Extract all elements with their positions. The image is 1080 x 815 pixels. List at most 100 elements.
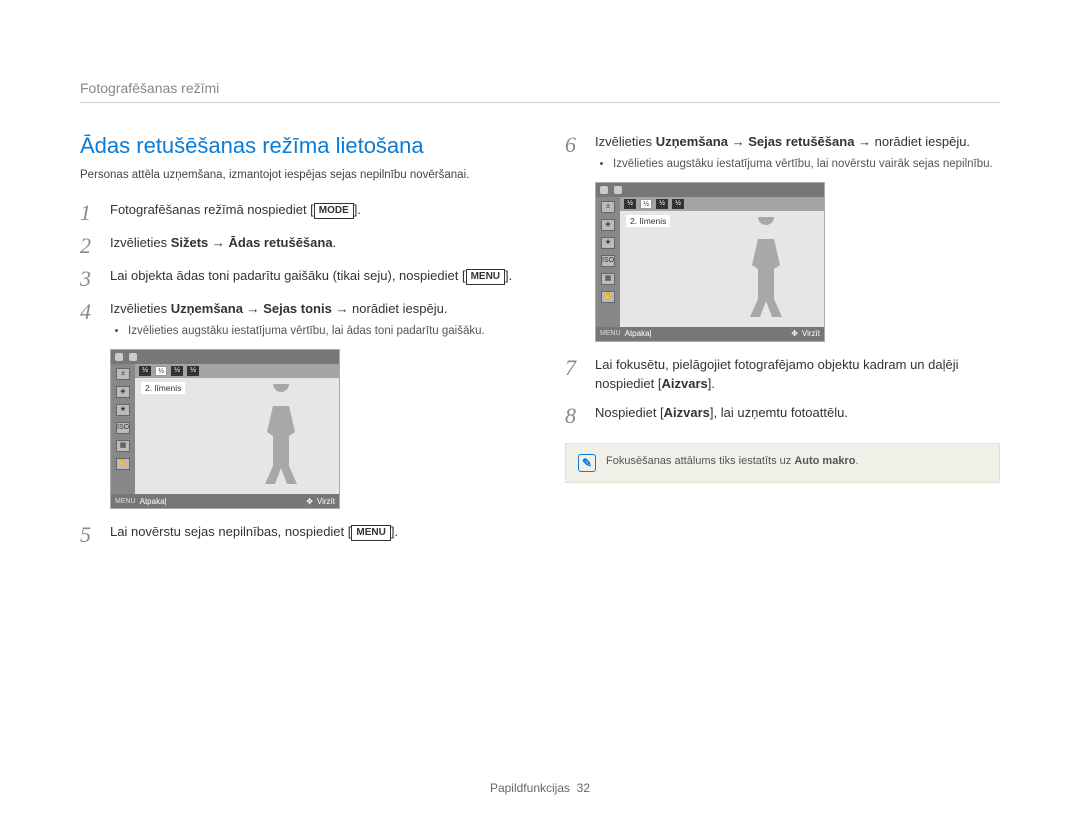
menu-button-label: MENU [466, 269, 505, 285]
text: ]. [505, 268, 512, 283]
camera-ui-preview: ± ◈ ★ ISO ▦ ✋ ½ ½ ½ ½ 2. līmenis [595, 182, 825, 342]
bold: Uzņemšana [171, 301, 243, 316]
text: ], lai uzņemtu fotoattēlu. [710, 405, 848, 420]
step-body: Izvēlieties Uzņemšana → Sejas retušēšana… [595, 133, 1000, 172]
camera-main: ± ◈ ★ ISO ▦ ✋ ½ ½ ½ ½ 2. līmenis [596, 197, 824, 327]
level-1-icon: ½ [139, 366, 151, 376]
step-number: 6 [565, 134, 585, 156]
status-icon [614, 186, 622, 194]
level-1-icon: ½ [624, 199, 636, 209]
iso-icon: ISO [601, 255, 615, 267]
page-footer: Papildfunkcijas 32 [0, 781, 1080, 795]
back-label: Atpakaļ [625, 329, 652, 338]
step-5: 5 Lai novērstu sejas nepilnības, nospied… [80, 523, 515, 546]
step-number: 2 [80, 235, 100, 257]
level-4-icon: ½ [187, 366, 199, 376]
grid-icon: ▦ [601, 273, 615, 285]
footer-page: 32 [577, 781, 590, 795]
flash-icon: ★ [601, 237, 615, 249]
text: → norādiet iespēju. [332, 301, 448, 316]
step-body: Izvēlieties Sižets → Ādas retušēšana. [110, 234, 515, 253]
level-3-icon: ½ [656, 199, 668, 209]
camera-preview: ½ ½ ½ ½ 2. līmenis [620, 197, 824, 327]
nav-icon: ✥ [791, 329, 798, 338]
text: ]. [708, 376, 715, 391]
level-2-icon: ½ [155, 366, 167, 376]
camera-preview: ½ ½ ½ ½ 2. līmenis [135, 364, 339, 494]
text: → norādiet iespēju. [854, 134, 970, 149]
breadcrumb: Fotografēšanas režīmi [80, 80, 1000, 103]
level-selector: ½ ½ ½ ½ [135, 364, 339, 378]
menu-small-label: MENU [115, 498, 136, 505]
text: Izvēlieties [110, 235, 171, 250]
bold: Aizvars [662, 376, 708, 391]
mode-button-label: MODE [314, 203, 354, 219]
info-note: ✎ Fokusēšanas attālums tiks iestatīts uz… [565, 443, 1000, 483]
camera-bottombar: MENU Atpakaļ ✥ Virzīt [596, 327, 824, 341]
level-4-icon: ½ [672, 199, 684, 209]
step-7: 7 Lai fokusētu, pielāgojiet fotografējam… [565, 356, 1000, 394]
bold: Ādas retušēšana [229, 235, 333, 250]
move-label: Virzīt [317, 497, 335, 506]
step-number: 4 [80, 301, 100, 323]
ev-icon: ± [116, 368, 130, 380]
intro-text: Personas attēla uzņemšana, izmantojot ie… [80, 167, 515, 183]
text: Izvēlieties [110, 301, 171, 316]
level-label: 2. līmenis [626, 215, 670, 227]
iso-icon: ISO [116, 422, 130, 434]
right-column: 6 Izvēlieties Uzņemšana → Sejas retušēša… [565, 133, 1000, 556]
step-3: 3 Lai objekta ādas toni padarītu gaišāku… [80, 267, 515, 290]
mode-icon [115, 353, 123, 361]
person-silhouette-icon [736, 217, 796, 327]
step-number: 7 [565, 357, 585, 379]
camera-bottombar: MENU Atpakaļ ✥ Virzīt [111, 494, 339, 508]
arrow: → [728, 134, 748, 149]
step-number: 3 [80, 268, 100, 290]
text: . [333, 235, 337, 250]
text: ]. [354, 202, 361, 217]
bold: Sejas tonis [263, 301, 332, 316]
step-body: Fotografēšanas režīmā nospiediet [MODE]. [110, 201, 515, 220]
bold: Sejas retušēšana [748, 134, 854, 149]
bold: Auto makro [794, 455, 855, 467]
focus-icon: ◈ [116, 386, 130, 398]
bullet: Izvēlieties augstāku iestatījuma vērtību… [613, 156, 1000, 172]
arrow: → [208, 235, 228, 250]
info-icon: ✎ [578, 454, 596, 472]
level-2-icon: ½ [640, 199, 652, 209]
text: Lai novērstu sejas nepilnības, nospiedie… [110, 524, 351, 539]
text: Lai fokusētu, pielāgojiet fotografējamo … [595, 357, 959, 391]
ev-icon: ± [601, 201, 615, 213]
step-6: 6 Izvēlieties Uzņemšana → Sejas retušēša… [565, 133, 1000, 172]
step-number: 8 [565, 405, 585, 427]
bold: Aizvars [664, 405, 710, 420]
text: . [855, 455, 858, 467]
step-body: Lai fokusētu, pielāgojiet fotografējamo … [595, 356, 1000, 394]
person-silhouette-icon [251, 384, 311, 494]
text: Izvēlieties [595, 134, 656, 149]
camera-sidebar: ± ◈ ★ ISO ▦ ✋ [596, 197, 620, 327]
page-title: Ādas retušēšanas režīma lietošana [80, 133, 515, 159]
level-selector: ½ ½ ½ ½ [620, 197, 824, 211]
mode-icon [600, 186, 608, 194]
menu-button-label: MENU [351, 525, 390, 541]
step-body: Nospiediet [Aizvars], lai uzņemtu fotoat… [595, 404, 1000, 423]
text: Lai objekta ādas toni padarītu gaišāku (… [110, 268, 466, 283]
step-8: 8 Nospiediet [Aizvars], lai uzņemtu foto… [565, 404, 1000, 427]
nav-icon: ✥ [306, 497, 313, 506]
text: Nospiediet [ [595, 405, 664, 420]
step-1: 1 Fotografēšanas režīmā nospiediet [MODE… [80, 201, 515, 224]
stab-icon: ✋ [116, 458, 130, 470]
text: Fotografēšanas režīmā nospiediet [ [110, 202, 314, 217]
step-4: 4 Izvēlieties Uzņemšana → Sejas tonis → … [80, 300, 515, 339]
step-body: Lai novērstu sejas nepilnības, nospiedie… [110, 523, 515, 542]
back-label: Atpakaļ [140, 497, 167, 506]
bold: Sižets [171, 235, 209, 250]
status-icon [129, 353, 137, 361]
camera-topbar [596, 183, 824, 197]
bold: Uzņemšana [656, 134, 728, 149]
text: ]. [391, 524, 398, 539]
step-2: 2 Izvēlieties Sižets → Ādas retušēšana. [80, 234, 515, 257]
menu-small-label: MENU [600, 330, 621, 337]
focus-icon: ◈ [601, 219, 615, 231]
